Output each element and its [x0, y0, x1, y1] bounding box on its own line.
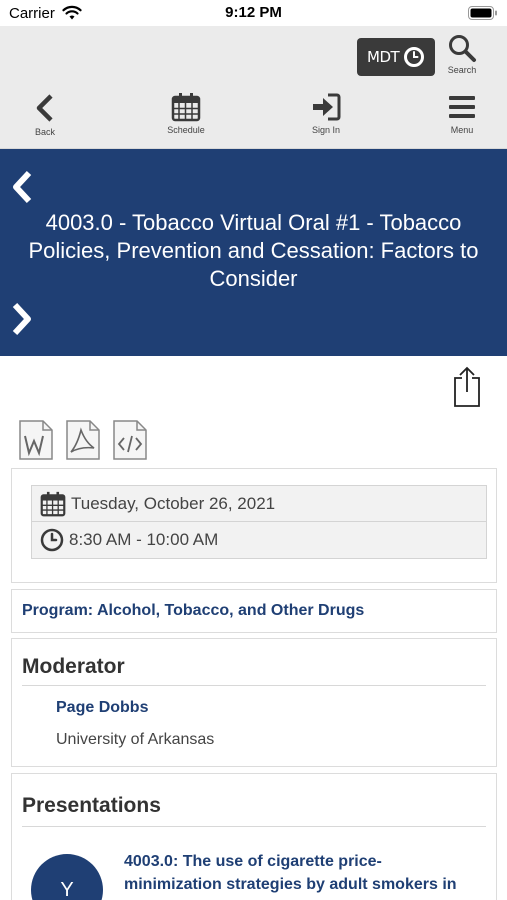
presentations-heading: Presentations [22, 794, 161, 817]
session-time: 8:30 AM - 10:00 AM [69, 530, 219, 549]
moderator-org: University of Arkansas [56, 731, 215, 748]
time-row: 8:30 AM - 10:00 AM [32, 522, 486, 558]
presentations-card: Presentations Y 4003.0: The use of cigar… [11, 773, 497, 900]
calendar-icon [40, 491, 66, 516]
presentation-title-link[interactable]: 4003.0: The use of cigarette price-minim… [124, 850, 474, 896]
hamburger-menu-icon [449, 96, 475, 118]
chevron-left-icon[interactable] [8, 169, 36, 205]
nav-bar: Back Schedule Sign In Menu [0, 88, 507, 144]
search-icon [449, 35, 476, 62]
sign-in-label: Sign In [311, 125, 341, 135]
calendar-icon [171, 93, 201, 122]
schedule-button[interactable]: Schedule [151, 88, 221, 144]
divider [22, 826, 486, 827]
moderator-card: Moderator Page Dobbs University of Arkan… [11, 638, 497, 767]
top-header: MDT Search Back Schedule Sign In Menu [0, 26, 507, 149]
mdt-label: MDT [367, 48, 400, 66]
back-chevron-icon [36, 94, 53, 122]
divider [22, 685, 486, 686]
share-icon[interactable] [452, 366, 482, 408]
sign-in-button[interactable]: Sign In [291, 88, 361, 144]
word-doc-icon[interactable] [19, 420, 53, 460]
clock-icon [404, 47, 424, 67]
pdf-doc-icon[interactable] [66, 420, 100, 460]
code-doc-icon[interactable] [113, 420, 147, 460]
avatar: Y [31, 854, 103, 900]
session-banner: 4003.0 - Tobacco Virtual Oral #1 - Tobac… [0, 149, 507, 356]
moderator-name-link[interactable]: Page Dobbs [56, 699, 148, 717]
clock-icon [40, 528, 64, 552]
back-label: Back [34, 127, 55, 137]
date-row: Tuesday, October 26, 2021 [32, 486, 486, 522]
status-time: 9:12 PM [225, 4, 282, 21]
sign-in-icon [313, 93, 341, 121]
search-label: Search [447, 65, 477, 75]
back-button[interactable]: Back [10, 88, 80, 144]
menu-label: Menu [450, 125, 474, 135]
search-button[interactable]: Search [440, 31, 484, 77]
status-bar: Carrier 9:12 PM [0, 0, 507, 26]
menu-button[interactable]: Menu [427, 88, 497, 144]
battery-icon [468, 6, 497, 20]
program-card: Program: Alcohol, Tobacco, and Other Dru… [11, 589, 497, 633]
mdt-button[interactable]: MDT [357, 38, 435, 76]
chevron-right-icon[interactable] [8, 301, 36, 337]
datetime-box: Tuesday, October 26, 2021 8:30 AM - 10:0… [31, 485, 487, 559]
schedule-label: Schedule [167, 125, 205, 135]
moderator-heading: Moderator [22, 655, 125, 678]
datetime-card: Tuesday, October 26, 2021 8:30 AM - 10:0… [11, 468, 497, 583]
session-title: 4003.0 - Tobacco Virtual Oral #1 - Tobac… [28, 210, 479, 291]
session-date: Tuesday, October 26, 2021 [71, 493, 276, 513]
program-link[interactable]: Program: Alcohol, Tobacco, and Other Dru… [22, 602, 364, 620]
